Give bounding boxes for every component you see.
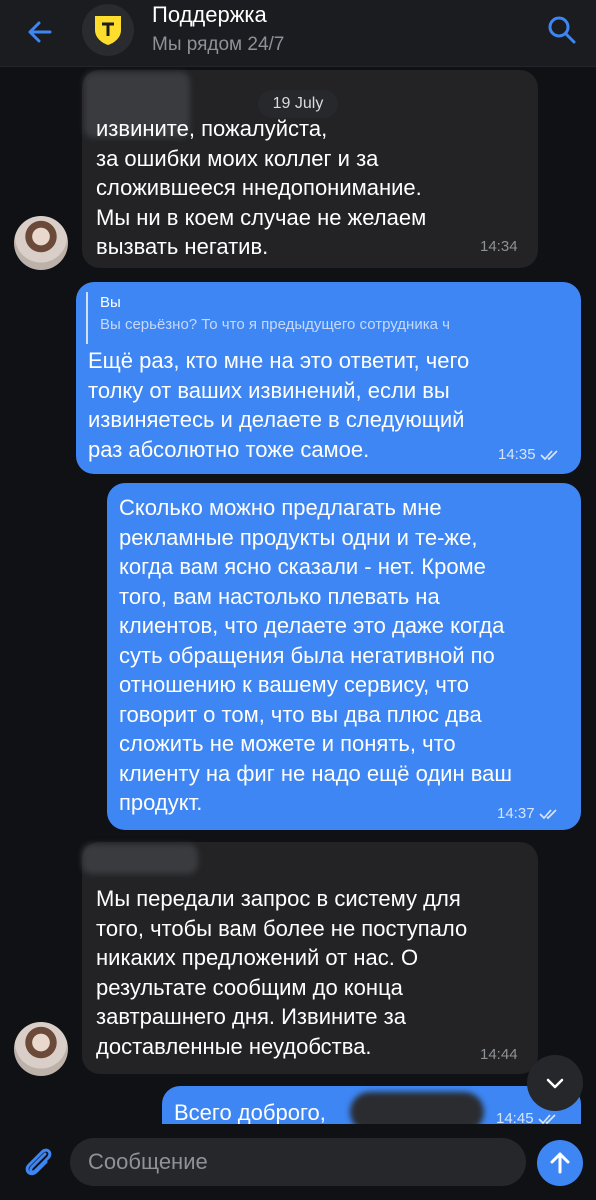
- reply-text: Вы серьёзно? То что я предыдущего сотруд…: [100, 316, 450, 333]
- search-icon: [548, 16, 576, 44]
- search-button[interactable]: [544, 12, 580, 48]
- double-check-icon: [539, 809, 557, 820]
- send-button[interactable]: [537, 1140, 583, 1186]
- back-button[interactable]: [22, 14, 58, 50]
- message-time: 14:35: [498, 440, 560, 470]
- reply-quote[interactable]: Вы Вы серьёзно? То что я предыдущего сот…: [86, 292, 556, 344]
- message-composer: [0, 1124, 596, 1200]
- message-time-value: 14:37: [497, 805, 535, 822]
- message-input[interactable]: [70, 1138, 526, 1186]
- arrow-up-icon: [550, 1152, 570, 1174]
- message-incoming[interactable]: Мы передали запрос в систему для того, ч…: [82, 842, 538, 1074]
- arrow-left-icon: [28, 21, 52, 43]
- message-time-value: 14:35: [498, 446, 536, 463]
- reply-author: Вы: [100, 294, 121, 311]
- message-outgoing[interactable]: Вы Вы серьёзно? То что я предыдущего сот…: [76, 282, 581, 474]
- message-time: 14:44: [480, 1046, 518, 1063]
- message-text: извините, пожалуйста, за ошибки моих кол…: [96, 116, 427, 259]
- chat-avatar-logo[interactable]: [82, 4, 134, 56]
- message-time: 14:34: [480, 238, 518, 255]
- double-check-icon: [540, 450, 558, 461]
- message-outgoing[interactable]: Сколько можно предлагать мне рекламные п…: [107, 483, 581, 830]
- message-text: Мы передали запрос в систему для того, ч…: [96, 886, 468, 1059]
- chat-header: Поддержка Мы рядом 24/7: [0, 0, 596, 67]
- message-time: 14:37: [497, 799, 559, 829]
- chevron-down-icon: [546, 1078, 564, 1089]
- paperclip-icon: [25, 1148, 52, 1176]
- date-label: 19 July: [258, 90, 338, 118]
- attach-button[interactable]: [18, 1142, 58, 1182]
- avatar: [14, 1022, 68, 1076]
- message-text: Сколько можно предлагать мне рекламные п…: [119, 495, 513, 815]
- scroll-down-button[interactable]: [527, 1055, 583, 1111]
- shield-logo-icon: [95, 16, 121, 45]
- chat-title[interactable]: Поддержка: [152, 2, 267, 28]
- avatar: [14, 216, 68, 270]
- redacted-name: [82, 844, 198, 874]
- chat-subtitle: Мы рядом 24/7: [152, 34, 285, 55]
